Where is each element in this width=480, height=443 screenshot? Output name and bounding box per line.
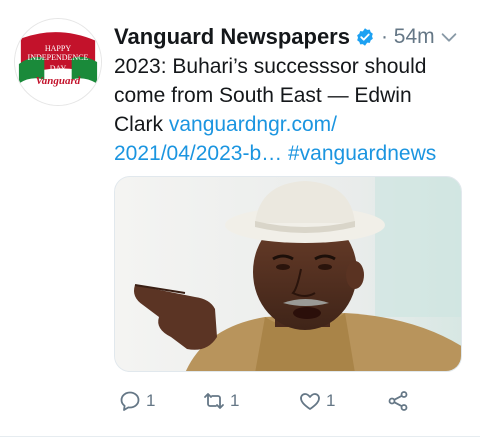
heart-icon (300, 393, 320, 410)
verified-badge-icon (357, 28, 373, 46)
avatar-brand: Vanguard (35, 75, 81, 87)
retweet-count: 1 (230, 391, 240, 410)
reply-count: 1 (146, 391, 156, 410)
retweet-button[interactable]: 1 (202, 386, 239, 416)
chevron-down-icon[interactable] (438, 26, 460, 48)
share-icon (388, 391, 408, 411)
tweet-hashtag[interactable]: #vanguardnews (282, 142, 436, 165)
divider (0, 436, 480, 437)
retweet-icon (204, 393, 224, 409)
avatar-text-independence: INDEPENDENCE (27, 53, 89, 62)
avatar-logo-icon (15, 19, 101, 105)
tweet-photo[interactable] (114, 176, 462, 372)
avatar-text-day: DAY (49, 64, 67, 73)
tweet-text: 2023: Buhari’s successsor should come fr… (114, 52, 464, 168)
tweet-header: Vanguard Newspapers · 54m (114, 22, 435, 52)
tweet-timestamp[interactable]: · 54m (381, 25, 435, 49)
avatar-text-happy: HAPPY (44, 44, 72, 53)
reply-icon (120, 391, 140, 411)
tweet-actions: 1 1 1 (114, 386, 460, 416)
photo-portrait-image (115, 177, 461, 371)
like-button[interactable]: 1 (298, 386, 335, 416)
share-button[interactable] (386, 386, 410, 416)
author-name[interactable]: Vanguard Newspapers (114, 24, 350, 50)
reply-button[interactable]: 1 (118, 386, 155, 416)
like-count: 1 (326, 391, 336, 410)
tweet-card[interactable]: HAPPY INDEPENDENCE DAY Vanguard Vanguard… (0, 0, 480, 443)
avatar[interactable]: HAPPY INDEPENDENCE DAY Vanguard (14, 18, 102, 106)
